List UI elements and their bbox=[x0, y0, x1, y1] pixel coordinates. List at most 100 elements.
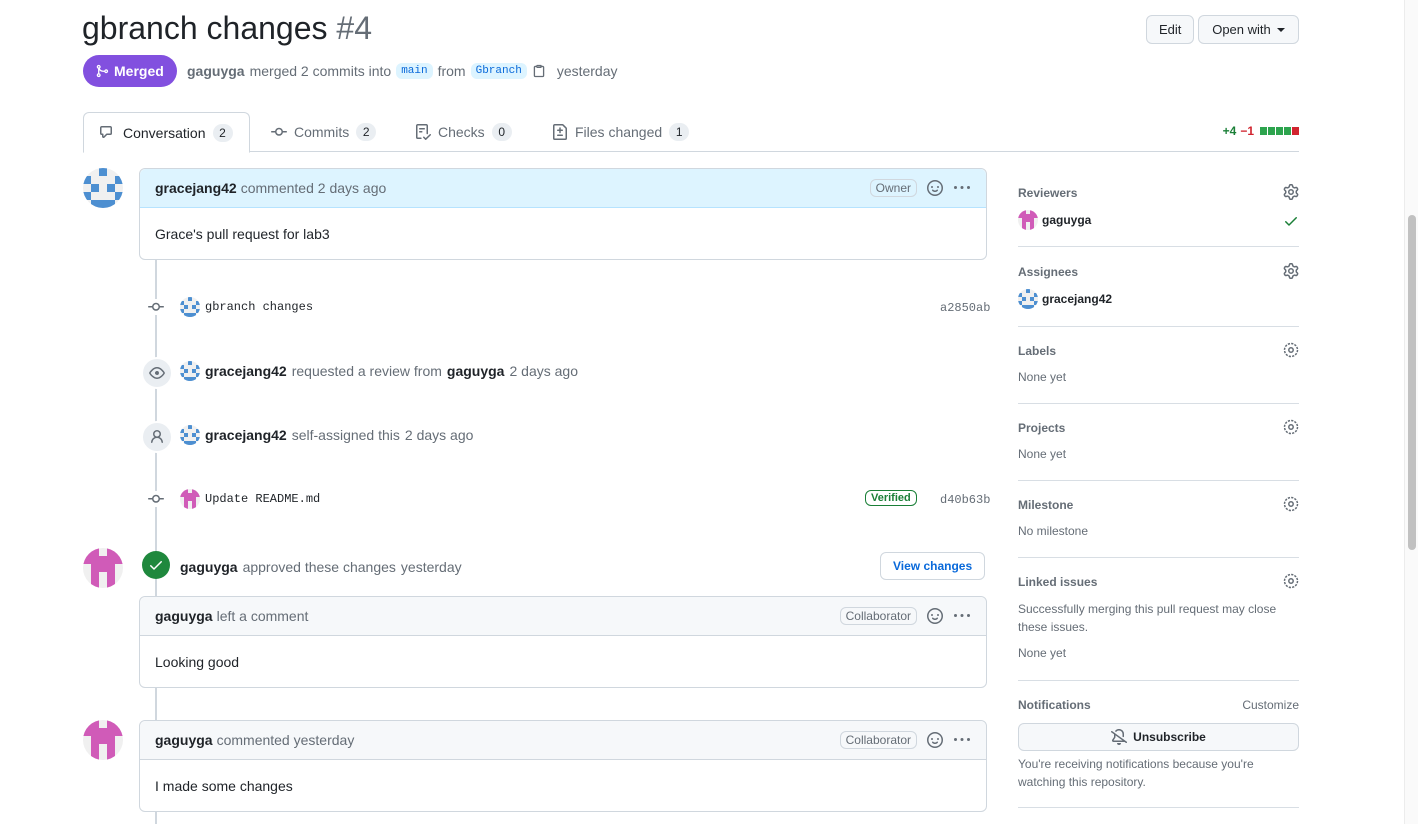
approval-event: gaguyga approved these changes yesterday bbox=[180, 557, 462, 577]
avatar-gaguyga-small[interactable] bbox=[180, 489, 200, 509]
avatar-gaguyga[interactable] bbox=[83, 720, 123, 760]
diffstat: +4 −1 bbox=[1223, 124, 1299, 138]
check-icon bbox=[1285, 217, 1297, 226]
comment-header: gracejang42 commented 2 days ago Owner bbox=[140, 169, 986, 208]
assignee-item[interactable]: gracejang42 bbox=[1018, 289, 1112, 309]
smiley-icon[interactable] bbox=[927, 732, 943, 748]
gear-icon[interactable] bbox=[1283, 263, 1299, 279]
bell-slash-icon bbox=[1111, 729, 1128, 745]
milestone-title[interactable]: Milestone bbox=[1018, 498, 1073, 512]
commit-message[interactable]: gbranch changes bbox=[205, 300, 313, 314]
tab-commits-label: Commits bbox=[294, 124, 350, 140]
reviewers-title[interactable]: Reviewers bbox=[1018, 186, 1077, 200]
avatar-gracejang42-small[interactable] bbox=[180, 361, 200, 381]
merged-state-badge: Merged bbox=[83, 55, 177, 87]
review-comment: gaguyga left a comment Collaborator Look… bbox=[139, 596, 987, 688]
open-with-button[interactable]: Open with bbox=[1198, 15, 1299, 44]
diffstat-del-block bbox=[1292, 127, 1299, 135]
commit-sha[interactable]: a2850ab bbox=[940, 301, 990, 315]
event-actor[interactable]: gaguyga bbox=[180, 559, 238, 575]
kebab-horizontal-icon[interactable] bbox=[953, 180, 971, 196]
comment-discussion-icon bbox=[100, 125, 112, 138]
event-time[interactable]: 2 days ago bbox=[405, 427, 474, 443]
event-actor[interactable]: gracejang42 bbox=[205, 427, 287, 443]
kebab-horizontal-icon[interactable] bbox=[953, 608, 971, 624]
sidebar-milestone: Milestone No milestone bbox=[1018, 496, 1299, 558]
tab-commits[interactable]: Commits 2 bbox=[255, 112, 392, 152]
page-scrollbar[interactable] bbox=[1404, 0, 1418, 824]
opening-comment: gracejang42 commented 2 days ago Owner G… bbox=[139, 168, 987, 260]
commit-message[interactable]: Update README.md bbox=[205, 492, 320, 506]
avatar-gaguyga[interactable] bbox=[83, 548, 123, 588]
event-text: approved these changes bbox=[242, 559, 396, 575]
comment-author[interactable]: gaguyga bbox=[155, 732, 213, 748]
gear-icon[interactable] bbox=[1283, 496, 1299, 512]
edit-button[interactable]: Edit bbox=[1146, 15, 1195, 44]
view-changes-button[interactable]: View changes bbox=[880, 552, 986, 580]
git-commit-icon bbox=[271, 127, 287, 136]
unsubscribe-button[interactable]: Unsubscribe bbox=[1018, 723, 1299, 751]
assignees-title[interactable]: Assignees bbox=[1018, 265, 1078, 279]
smiley-icon[interactable] bbox=[927, 180, 943, 196]
labels-value: None yet bbox=[1018, 370, 1067, 384]
gear-icon[interactable] bbox=[1283, 184, 1299, 200]
open-with-label: Open with bbox=[1212, 22, 1271, 37]
pr-tabs: Conversation 2 Commits 2 Checks 0 Files … bbox=[83, 112, 1299, 153]
diffstat-add-block bbox=[1276, 127, 1283, 135]
tab-files-changed[interactable]: Files changed 1 bbox=[536, 112, 705, 152]
git-commit-icon bbox=[148, 491, 164, 507]
event-time[interactable]: 2 days ago bbox=[509, 363, 578, 379]
gear-icon[interactable] bbox=[1283, 342, 1299, 358]
comment-action: commented bbox=[216, 732, 290, 748]
comment-action: commented bbox=[240, 180, 314, 196]
event-target[interactable]: gaguyga bbox=[447, 363, 505, 379]
kebab-horizontal-icon[interactable] bbox=[953, 732, 971, 748]
milestone-value: No milestone bbox=[1018, 524, 1089, 538]
merged-state-label: Merged bbox=[114, 63, 164, 79]
smiley-icon[interactable] bbox=[927, 608, 943, 624]
commit-row: Update README.md bbox=[180, 489, 320, 509]
base-branch[interactable]: main bbox=[396, 63, 433, 79]
sidebar-reviewers: Reviewers gaguyga bbox=[1018, 184, 1299, 247]
reviewer-item[interactable]: gaguyga bbox=[1018, 210, 1091, 230]
diffstat-blocks bbox=[1260, 127, 1299, 135]
pr-meta: gaguyga merged 2 commits into main from … bbox=[187, 59, 618, 83]
linked-issues-value: None yet bbox=[1018, 646, 1067, 660]
event-actor[interactable]: gracejang42 bbox=[205, 363, 287, 379]
tab-checks[interactable]: Checks 0 bbox=[399, 112, 528, 152]
customize-link[interactable]: Customize bbox=[1242, 698, 1299, 712]
notifications-note: You're receiving notifications because y… bbox=[1018, 757, 1254, 789]
gear-icon[interactable] bbox=[1283, 419, 1299, 435]
labels-title[interactable]: Labels bbox=[1018, 344, 1056, 358]
event-time[interactable]: yesterday bbox=[401, 559, 462, 575]
self-assign-event: gracejang42 self-assigned this 2 days ag… bbox=[180, 425, 473, 445]
gear-icon[interactable] bbox=[1283, 573, 1299, 589]
file-diff-icon bbox=[553, 124, 567, 140]
comment-header: gaguyga commented yesterday Collaborator bbox=[140, 721, 986, 760]
avatar-gaguyga-small bbox=[1018, 210, 1038, 230]
scrollbar-thumb[interactable] bbox=[1408, 215, 1416, 550]
head-branch[interactable]: Gbranch bbox=[470, 63, 527, 79]
comment-header: gaguyga left a comment Collaborator bbox=[140, 597, 986, 636]
comment-author[interactable]: gracejang42 bbox=[155, 180, 237, 196]
comment-time[interactable]: 2 days ago bbox=[318, 180, 387, 196]
avatar-gracejang42-small[interactable] bbox=[180, 425, 200, 445]
commit-sha[interactable]: d40b63b bbox=[940, 493, 990, 507]
comment-time[interactable]: yesterday bbox=[294, 732, 355, 748]
diffstat-add-block bbox=[1260, 127, 1267, 135]
collaborator-badge: Collaborator bbox=[839, 607, 917, 625]
copy-icon[interactable] bbox=[532, 64, 546, 78]
event-text: requested a review from bbox=[291, 363, 442, 379]
diffstat-additions: +4 bbox=[1222, 124, 1237, 138]
tab-conversation[interactable]: Conversation 2 bbox=[83, 112, 250, 153]
linked-issues-title[interactable]: Linked issues bbox=[1018, 575, 1097, 589]
merge-author[interactable]: gaguyga bbox=[187, 63, 245, 79]
owner-badge: Owner bbox=[869, 179, 917, 197]
merge-time: yesterday bbox=[556, 63, 618, 79]
avatar-gracejang42-small[interactable] bbox=[180, 297, 200, 317]
avatar-gracejang42[interactable] bbox=[83, 168, 123, 208]
projects-title[interactable]: Projects bbox=[1018, 421, 1065, 435]
diffstat-add-block bbox=[1268, 127, 1275, 135]
verified-badge[interactable]: Verified bbox=[865, 490, 917, 506]
comment-author[interactable]: gaguyga bbox=[155, 608, 213, 624]
